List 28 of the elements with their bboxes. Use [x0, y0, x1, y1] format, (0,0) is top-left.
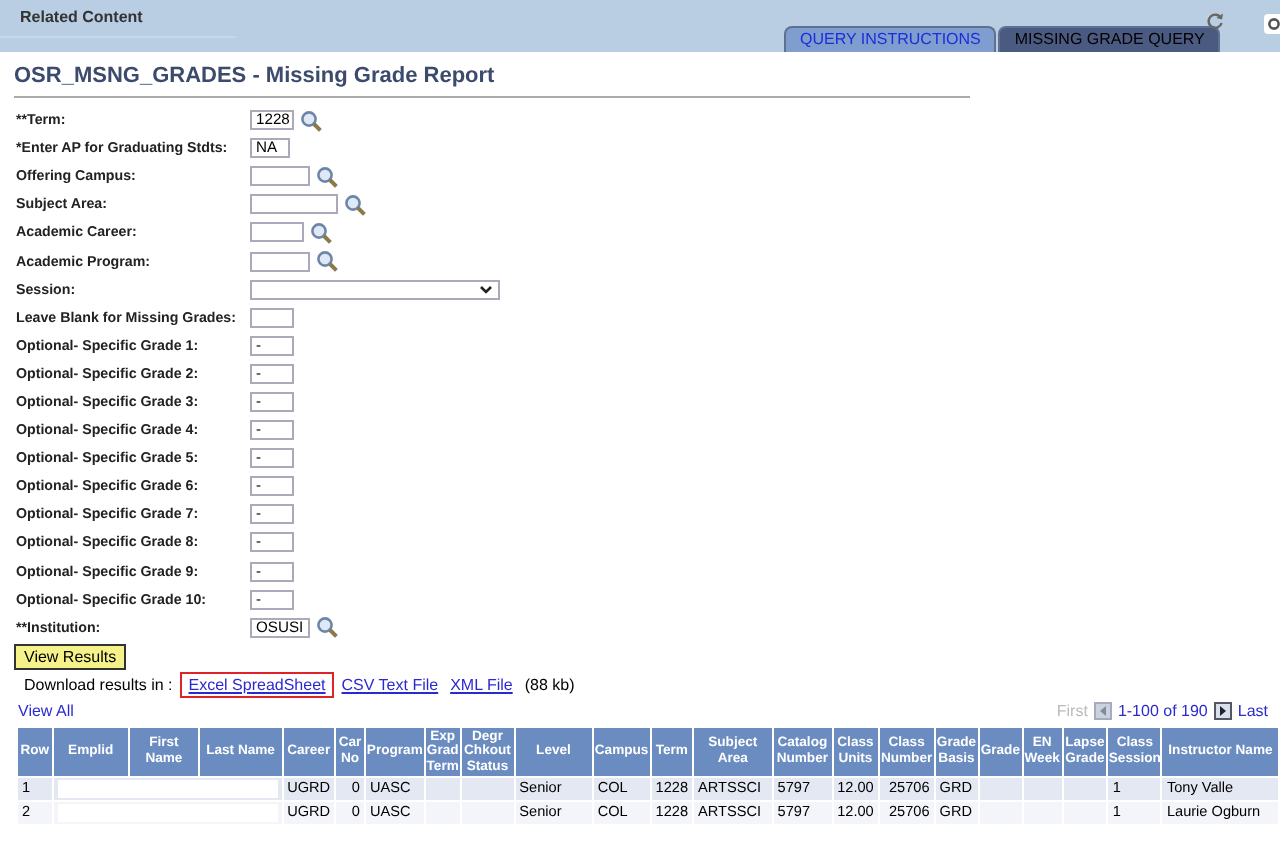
search-icon[interactable] — [316, 250, 338, 273]
download-link[interactable]: CSV Text File — [341, 675, 439, 694]
download-label: Download results in : — [24, 675, 173, 694]
input-field[interactable] — [250, 307, 294, 328]
file-size: (88 kb) — [524, 675, 575, 694]
search-icon[interactable] — [344, 193, 366, 216]
input-field[interactable] — [250, 166, 310, 187]
download-link[interactable]: Excel SpreadSheet — [184, 675, 330, 694]
previous-icon — [1093, 701, 1112, 720]
next-icon[interactable] — [1213, 701, 1232, 720]
input-field[interactable] — [250, 222, 304, 243]
input-field[interactable] — [250, 251, 310, 272]
search-icon[interactable] — [300, 109, 322, 132]
page-range: 1-100 of 190 — [1117, 701, 1208, 720]
session-dropdown[interactable] — [250, 279, 500, 300]
search-icon[interactable] — [316, 165, 338, 188]
view-results-button[interactable]: View Results — [14, 643, 127, 670]
download-link[interactable]: XML File — [450, 675, 513, 694]
last-link[interactable]: Last — [1237, 701, 1268, 720]
search-icon[interactable] — [310, 221, 332, 244]
refresh-icon[interactable] — [1206, 12, 1224, 30]
search-icon[interactable] — [316, 616, 338, 639]
view-all-link[interactable]: View All — [18, 701, 74, 720]
chevron-icon — [480, 285, 492, 294]
settings-icon[interactable] — [1264, 14, 1280, 34]
input-field[interactable] — [250, 194, 338, 215]
section-title: Related Content — [0, 0, 236, 38]
report-title: OSR_MSNG_GRADES - Missing Grade Report — [14, 64, 970, 98]
